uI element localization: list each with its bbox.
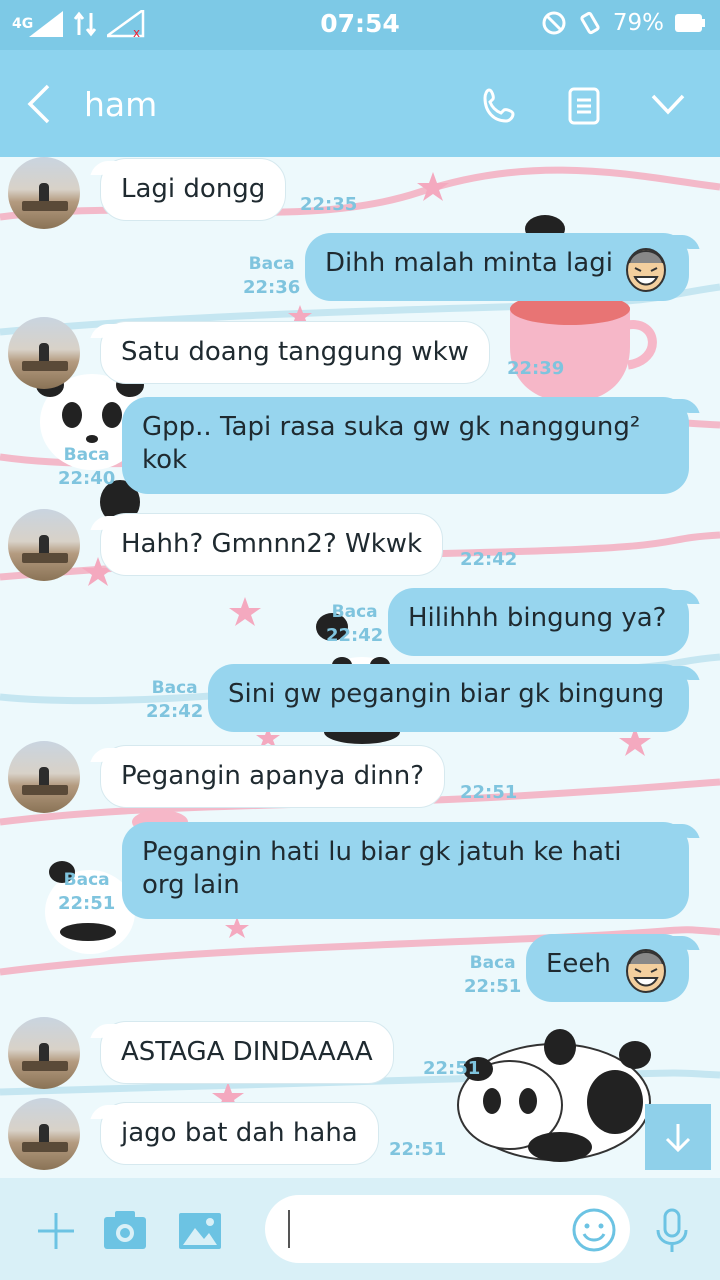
read-receipt: Baca: [248, 254, 295, 274]
message-time: 22:42: [460, 549, 518, 570]
chat-header: ham: [0, 50, 720, 157]
outgoing-message[interactable]: Dihh malah minta lagi: [305, 233, 689, 301]
contact-avatar[interactable]: [8, 317, 80, 389]
camera-icon[interactable]: [103, 1210, 147, 1250]
contact-avatar[interactable]: [8, 741, 80, 813]
laughing-face-icon: [626, 949, 666, 993]
message-time: 22:42: [146, 701, 204, 722]
outgoing-message[interactable]: Eeeh: [526, 934, 689, 1002]
phone-icon[interactable]: [480, 86, 520, 126]
scroll-to-bottom-button[interactable]: [645, 1104, 711, 1170]
incoming-message[interactable]: Satu doang tanggung wkw: [100, 321, 490, 384]
contact-avatar[interactable]: [8, 157, 80, 229]
contact-name[interactable]: ham: [84, 85, 157, 124]
message-time: 22:39: [507, 358, 565, 379]
incoming-message[interactable]: Pegangin apanya dinn?: [100, 745, 446, 808]
notes-icon[interactable]: [566, 86, 602, 126]
message-text: Dihh malah minta lagi: [325, 248, 613, 278]
read-receipt: Baca: [469, 953, 516, 973]
contact-avatar[interactable]: [8, 1017, 80, 1089]
incoming-message[interactable]: jago bat dah haha: [100, 1102, 379, 1165]
message-meta: Baca 22:51: [464, 952, 521, 998]
battery-percent: 79%: [612, 10, 664, 36]
message-input-bar: [0, 1178, 720, 1280]
message-text: Eeeh: [546, 949, 611, 979]
chevron-down-icon[interactable]: [650, 86, 686, 122]
read-receipt: Baca: [331, 602, 378, 622]
read-receipt: Baca: [151, 678, 198, 698]
outgoing-message[interactable]: Pegangin hati lu biar gk jatuh ke hati o…: [122, 822, 689, 919]
message-time: 22:51: [423, 1058, 481, 1079]
read-receipt: Baca: [63, 870, 110, 890]
vibrate-icon: [580, 11, 600, 35]
laughing-face-icon: [626, 248, 666, 292]
outgoing-message[interactable]: Gpp.. Tapi rasa suka gw gk nanggung² kok: [122, 397, 689, 494]
status-bar: 4G x 07:54 79%: [0, 0, 720, 50]
message-meta: Baca 22:36: [243, 253, 300, 299]
microphone-icon[interactable]: [655, 1208, 689, 1254]
do-not-disturb-icon: [542, 11, 566, 35]
contact-avatar[interactable]: [8, 1098, 80, 1170]
contact-avatar[interactable]: [8, 509, 80, 581]
message-meta: Baca 22:51: [58, 869, 115, 915]
message-meta: Baca 22:42: [326, 601, 383, 647]
image-icon[interactable]: [178, 1212, 222, 1250]
message-time: 22:42: [326, 625, 384, 646]
plus-icon[interactable]: [36, 1211, 76, 1251]
message-time: 22:51: [389, 1139, 447, 1160]
emoji-icon[interactable]: [571, 1207, 617, 1253]
message-time: 22:35: [300, 194, 358, 215]
message-time: 22:40: [58, 468, 116, 489]
message-meta: Baca 22:42: [146, 677, 203, 723]
message-time: 22:51: [58, 893, 116, 914]
message-time: 22:36: [243, 277, 301, 298]
arrow-down-icon: [665, 1124, 691, 1153]
message-time: 22:51: [460, 782, 518, 803]
outgoing-message[interactable]: Hilihhh bingung ya?: [388, 588, 689, 656]
message-meta: Baca 22:40: [58, 444, 115, 490]
message-time: 22:51: [464, 976, 522, 997]
incoming-message[interactable]: Lagi dongg: [100, 158, 287, 221]
outgoing-message[interactable]: Sini gw pegangin biar gk bingung: [208, 664, 689, 732]
incoming-message[interactable]: ASTAGA DINDAAAA: [100, 1021, 394, 1084]
battery-icon: [675, 14, 705, 32]
read-receipt: Baca: [63, 445, 110, 465]
back-arrow-icon[interactable]: [26, 84, 52, 124]
text-cursor: [288, 1210, 290, 1248]
incoming-message[interactable]: Hahh? Gmnnn2? Wkwk: [100, 513, 444, 576]
message-list[interactable]: Lagi dongg 22:35 Baca 22:36 Dihh malah mi…: [0, 157, 720, 1178]
